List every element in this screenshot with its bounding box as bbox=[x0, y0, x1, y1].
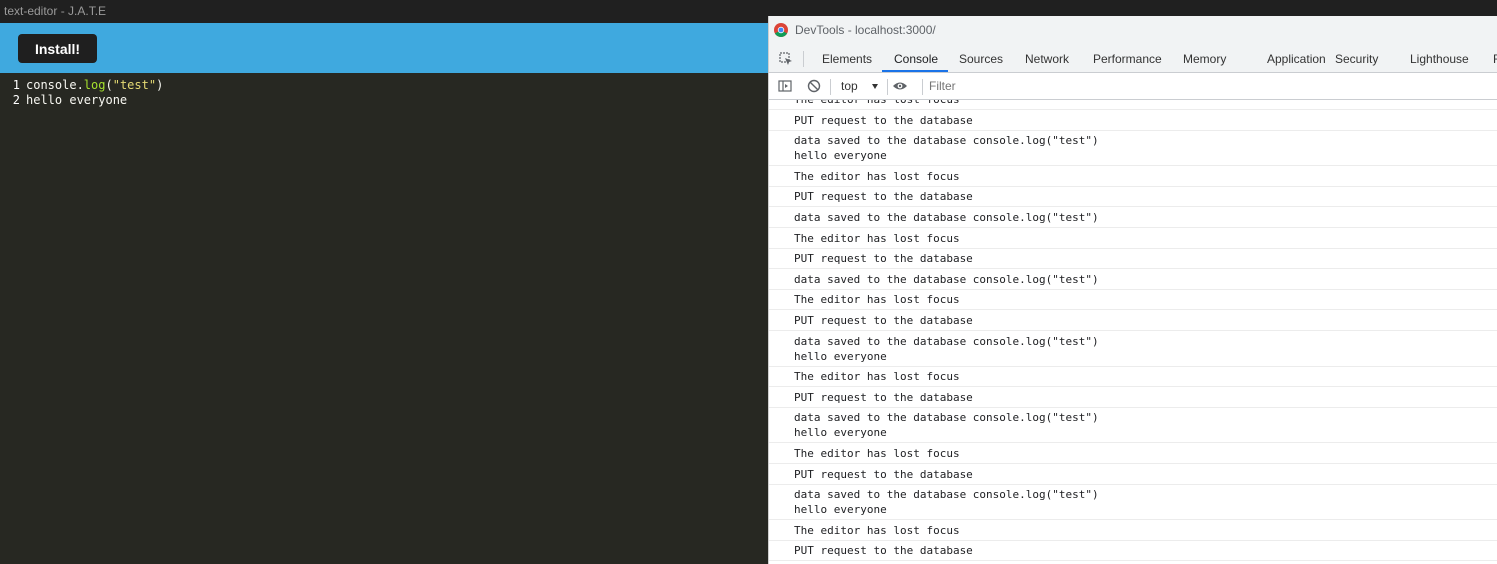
console-message: data saved to the database console.log("… bbox=[769, 484, 1497, 521]
app-header: Install! bbox=[0, 23, 800, 73]
live-expression-eye-icon[interactable] bbox=[892, 79, 908, 93]
tab-security[interactable]: Security bbox=[1335, 45, 1378, 72]
console-message: The editor has lost focus bbox=[769, 228, 1497, 249]
line-number: 2 bbox=[12, 93, 20, 107]
code-token: hello everyone bbox=[26, 93, 128, 107]
console-message: The editor has lost focus bbox=[769, 366, 1497, 388]
console-message: PUT request to the database bbox=[769, 248, 1497, 270]
tab-sources[interactable]: Sources bbox=[959, 45, 1003, 72]
devtools-titlebar: DevTools - localhost:3000/ bbox=[769, 16, 1497, 45]
line-code: hello everyone bbox=[26, 93, 127, 107]
install-button[interactable]: Install! bbox=[18, 34, 97, 63]
tab-separator bbox=[803, 51, 804, 67]
console-message: The editor has lost focus bbox=[769, 289, 1497, 311]
inspect-element-icon[interactable] bbox=[779, 52, 793, 66]
active-tab-indicator bbox=[882, 70, 948, 72]
console-message: The editor has lost focus bbox=[769, 100, 1497, 110]
console-message: PUT request to the database bbox=[769, 110, 1497, 131]
tab-performance[interactable]: Performance bbox=[1093, 45, 1162, 72]
tab-r[interactable]: R bbox=[1493, 45, 1497, 72]
tab-lighthouse[interactable]: Lighthouse bbox=[1410, 45, 1469, 72]
console-toolbar: top bbox=[769, 73, 1497, 100]
tab-application[interactable]: Application bbox=[1267, 45, 1326, 72]
code-token: ( bbox=[105, 78, 113, 92]
code-token: console. bbox=[26, 78, 84, 92]
line-number: 1 bbox=[12, 78, 20, 92]
code-editor[interactable]: 1 console.log("test") 2 hello everyone bbox=[0, 73, 800, 564]
filter-input[interactable] bbox=[926, 76, 1496, 96]
console-message: PUT request to the database bbox=[769, 310, 1497, 331]
devtools-window: DevTools - localhost:3000/ Elements Conso… bbox=[768, 16, 1497, 564]
console-messages: The editor has lost focusPUT request to … bbox=[769, 100, 1497, 564]
console-message: PUT request to the database bbox=[769, 186, 1497, 208]
sidebar-toggle-icon[interactable] bbox=[778, 79, 792, 93]
code-token: "test" bbox=[112, 78, 157, 92]
console-message: PUT request to the database bbox=[769, 464, 1497, 485]
code-token: ) bbox=[156, 78, 164, 92]
console-message: data saved to the database console.log("… bbox=[769, 207, 1497, 228]
context-selector[interactable]: top bbox=[841, 73, 858, 100]
chevron-down-icon[interactable] bbox=[872, 84, 878, 89]
console-message: PUT request to the database bbox=[769, 540, 1497, 562]
tab-network[interactable]: Network bbox=[1025, 45, 1069, 72]
console-message: data saved to the database console.log("… bbox=[769, 130, 1497, 167]
devtools-title: DevTools - localhost:3000/ bbox=[795, 23, 936, 37]
toolbar-separator bbox=[887, 79, 888, 95]
tab-console[interactable]: Console bbox=[894, 45, 938, 72]
console-message: The editor has lost focus bbox=[769, 520, 1497, 541]
clear-console-icon[interactable] bbox=[807, 79, 821, 93]
console-message: The editor has lost focus bbox=[769, 166, 1497, 187]
editor-line[interactable]: 2 hello everyone bbox=[0, 93, 127, 108]
devtools-tabbar: Elements Console Sources Network Performance… bbox=[769, 45, 1497, 73]
chrome-icon bbox=[774, 23, 788, 37]
tab-elements[interactable]: Elements bbox=[822, 45, 872, 72]
toolbar-separator bbox=[922, 79, 923, 95]
console-message: The editor has lost focus bbox=[769, 443, 1497, 464]
code-token: log bbox=[83, 78, 106, 92]
toolbar-separator bbox=[830, 79, 831, 95]
console-message: data saved to the database console.log("… bbox=[769, 407, 1497, 444]
console-message: data saved to the database console.log("… bbox=[769, 331, 1497, 367]
tab-memory[interactable]: Memory bbox=[1183, 45, 1226, 72]
editor-line[interactable]: 1 console.log("test") bbox=[0, 78, 164, 93]
line-code: console.log("test") bbox=[26, 78, 163, 92]
console-message: data saved to the database console.log("… bbox=[769, 269, 1497, 290]
console-message: PUT request to the database bbox=[769, 387, 1497, 408]
